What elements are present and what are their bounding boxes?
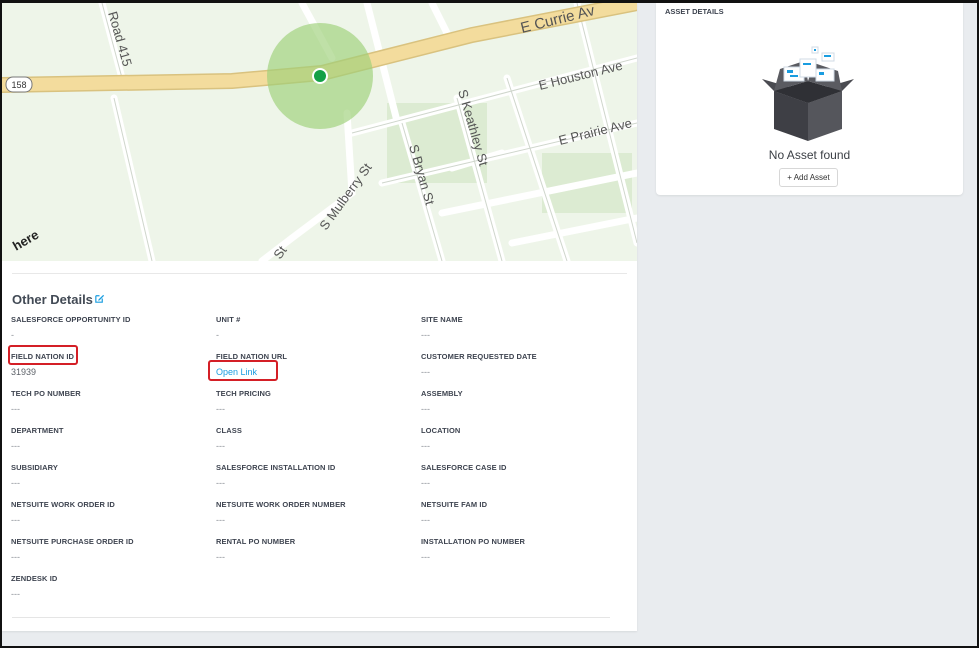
field-value: --- <box>11 478 20 488</box>
detail-field: SUBSIDIARY --- <box>11 463 211 488</box>
field-label: NETSUITE PURCHASE ORDER ID <box>11 537 134 546</box>
field-value: --- <box>421 515 430 525</box>
field-label: INSTALLATION PO NUMBER <box>421 537 525 546</box>
asset-details-title: ASSET DETAILS <box>665 7 724 16</box>
field-label: SALESFORCE OPPORTUNITY ID <box>11 315 131 324</box>
field-value: --- <box>216 552 225 562</box>
field-value: --- <box>11 441 20 451</box>
field-value: --- <box>11 404 20 414</box>
field-label: CUSTOMER REQUESTED DATE <box>421 352 537 361</box>
add-asset-button[interactable]: + Add Asset <box>779 168 838 187</box>
field-value: --- <box>421 404 430 414</box>
detail-field: SALESFORCE OPPORTUNITY ID - <box>11 315 211 340</box>
field-value: --- <box>216 515 225 525</box>
route-shield-label: 158 <box>11 80 26 90</box>
field-value: - <box>11 330 14 340</box>
field-value: --- <box>11 552 20 562</box>
field-value: --- <box>421 478 430 488</box>
field-label: CLASS <box>216 426 242 435</box>
field-label: DEPARTMENT <box>11 426 64 435</box>
divider <box>12 617 610 618</box>
field-label: ASSEMBLY <box>421 389 463 398</box>
field-value: --- <box>11 589 20 599</box>
highlight-field-nation-id <box>8 345 78 365</box>
field-label: SALESFORCE CASE ID <box>421 463 507 472</box>
field-value: --- <box>421 367 430 377</box>
field-label: NETSUITE FAM ID <box>421 500 488 509</box>
highlight-open-link <box>208 360 278 381</box>
detail-field: SALESFORCE CASE ID --- <box>421 463 621 488</box>
field-label: SITE NAME <box>421 315 463 324</box>
field-label: NETSUITE WORK ORDER NUMBER <box>216 500 346 509</box>
field-value: 31939 <box>11 367 37 377</box>
detail-field: CLASS --- <box>216 426 416 451</box>
field-label: RENTAL PO NUMBER <box>216 537 296 546</box>
detail-field: DEPARTMENT --- <box>11 426 211 451</box>
detail-field: INSTALLATION PO NUMBER --- <box>421 537 621 562</box>
detail-field: TECH PO NUMBER --- <box>11 389 211 414</box>
field-label: TECH PO NUMBER <box>11 389 81 398</box>
detail-field: NETSUITE WORK ORDER NUMBER --- <box>216 500 416 525</box>
detail-field: NETSUITE WORK ORDER ID --- <box>11 500 211 525</box>
field-value: --- <box>421 552 430 562</box>
detail-field: CUSTOMER REQUESTED DATE --- <box>421 352 621 377</box>
field-label: SALESFORCE INSTALLATION ID <box>216 463 336 472</box>
map-canvas: 158 E Currie Av E Houston Ave E Prairie … <box>2 3 637 261</box>
detail-field: LOCATION --- <box>421 426 621 451</box>
detail-field: SITE NAME --- <box>421 315 621 340</box>
detail-field: NETSUITE PURCHASE ORDER ID --- <box>11 537 211 562</box>
other-details-card: 158 E Currie Av E Houston Ave E Prairie … <box>2 3 637 631</box>
detail-field: NETSUITE FAM ID --- <box>421 500 621 525</box>
detail-field: SALESFORCE INSTALLATION ID --- <box>216 463 416 488</box>
field-label: ZENDESK ID <box>11 574 58 583</box>
divider <box>12 273 627 274</box>
field-value: --- <box>11 515 20 525</box>
detail-field: RENTAL PO NUMBER --- <box>216 537 416 562</box>
field-value: --- <box>421 330 430 340</box>
detail-field: TECH PRICING --- <box>216 389 416 414</box>
section-title: Other Details <box>12 292 93 307</box>
detail-field: ZENDESK ID --- <box>11 574 211 599</box>
field-label: SUBSIDIARY <box>11 463 58 472</box>
field-value: --- <box>216 404 225 414</box>
field-label: NETSUITE WORK ORDER ID <box>11 500 115 509</box>
field-label: LOCATION <box>421 426 461 435</box>
field-value: --- <box>216 478 225 488</box>
field-label: TECH PRICING <box>216 389 271 398</box>
field-value: - <box>216 330 219 340</box>
empty-state-text: No Asset found <box>768 148 851 162</box>
asset-details-card: ASSET DETAILS No Asset found + Add Asset <box>656 3 963 195</box>
empty-box-icon <box>762 46 854 141</box>
detail-field: UNIT # - <box>216 315 416 340</box>
detail-field: ASSEMBLY --- <box>421 389 621 414</box>
field-value: --- <box>216 441 225 451</box>
field-value: --- <box>421 441 430 451</box>
edit-icon[interactable] <box>94 293 105 304</box>
field-label: UNIT # <box>216 315 241 324</box>
location-map[interactable]: 158 E Currie Av E Houston Ave E Prairie … <box>2 3 637 261</box>
